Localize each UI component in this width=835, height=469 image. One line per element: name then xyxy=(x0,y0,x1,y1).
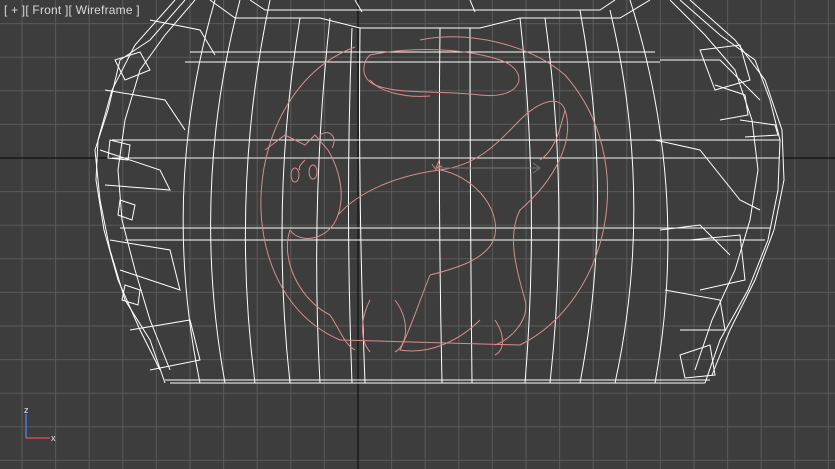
z-axis-label: z xyxy=(24,405,29,415)
viewport-scene[interactable] xyxy=(0,0,835,469)
axis-gizmo: z x xyxy=(24,405,56,443)
viewport-menu-button[interactable]: [ + ] xyxy=(4,3,25,17)
x-axis-label: x xyxy=(51,433,56,443)
front-viewport[interactable]: [ + ][ Front ][ Wireframe ] z x xyxy=(0,0,835,469)
shading-mode-button[interactable]: [ Wireframe ] xyxy=(69,3,140,17)
cat-emblem-spline[interactable] xyxy=(260,36,608,356)
viewport-label[interactable]: [ + ][ Front ][ Wireframe ] xyxy=(4,3,140,17)
view-name-button[interactable]: [ Front ] xyxy=(25,3,68,17)
